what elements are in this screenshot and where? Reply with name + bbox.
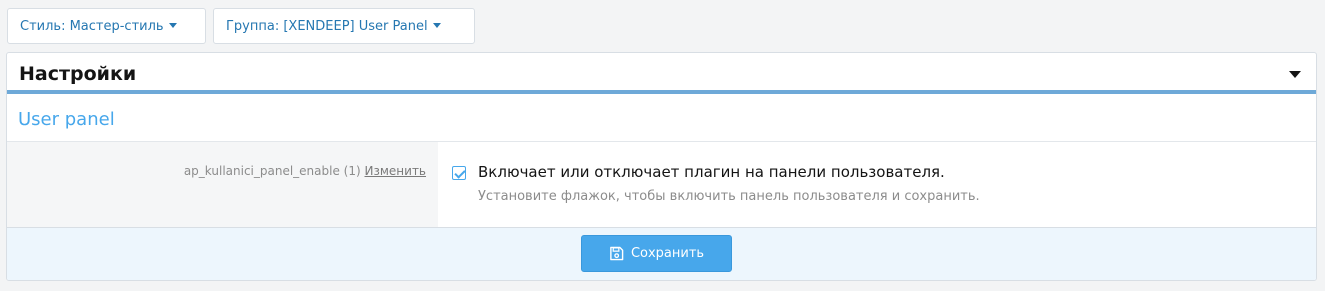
- save-button[interactable]: Сохранить: [581, 235, 732, 272]
- caret-down-icon: [432, 22, 441, 28]
- collapse-caret-icon[interactable]: [1289, 71, 1301, 78]
- option-key: ap_kullanici_panel_enable (1) Изменить: [184, 164, 426, 178]
- block-header: Настройки: [7, 53, 1316, 94]
- settings-block: Настройки User panel ap_kullanici_panel_…: [6, 52, 1317, 281]
- option-label: Включает или отключает плагин на панели …: [478, 163, 945, 181]
- style-filter-label: Стиль: Мастер-стиль: [20, 18, 164, 34]
- caret-down-icon: [168, 22, 177, 28]
- section-title: User panel: [18, 109, 115, 130]
- save-button-label: Сохранить: [630, 246, 705, 261]
- group-filter-label: Группа: [XENDEEP] User Panel: [226, 18, 428, 34]
- option-key-cell: ap_kullanici_panel_enable (1) Изменить: [7, 142, 438, 227]
- style-filter-button[interactable]: Стиль: Мастер-стиль: [7, 8, 206, 44]
- option-key-name: ap_kullanici_panel_enable (1): [183, 164, 361, 178]
- enable-checkbox[interactable]: [452, 166, 466, 180]
- form-footer: Сохранить: [7, 228, 1316, 280]
- section-header: User panel: [7, 98, 1316, 142]
- edit-option-link[interactable]: Изменить: [365, 164, 427, 178]
- option-hint: Установите флажок, чтобы включить панель…: [478, 189, 980, 204]
- option-row: ap_kullanici_panel_enable (1) Изменить В…: [7, 142, 1316, 228]
- floppy-disk-icon: [610, 246, 624, 261]
- group-filter-button[interactable]: Группа: [XENDEEP] User Panel: [213, 8, 475, 44]
- block-title: Настройки: [19, 63, 137, 85]
